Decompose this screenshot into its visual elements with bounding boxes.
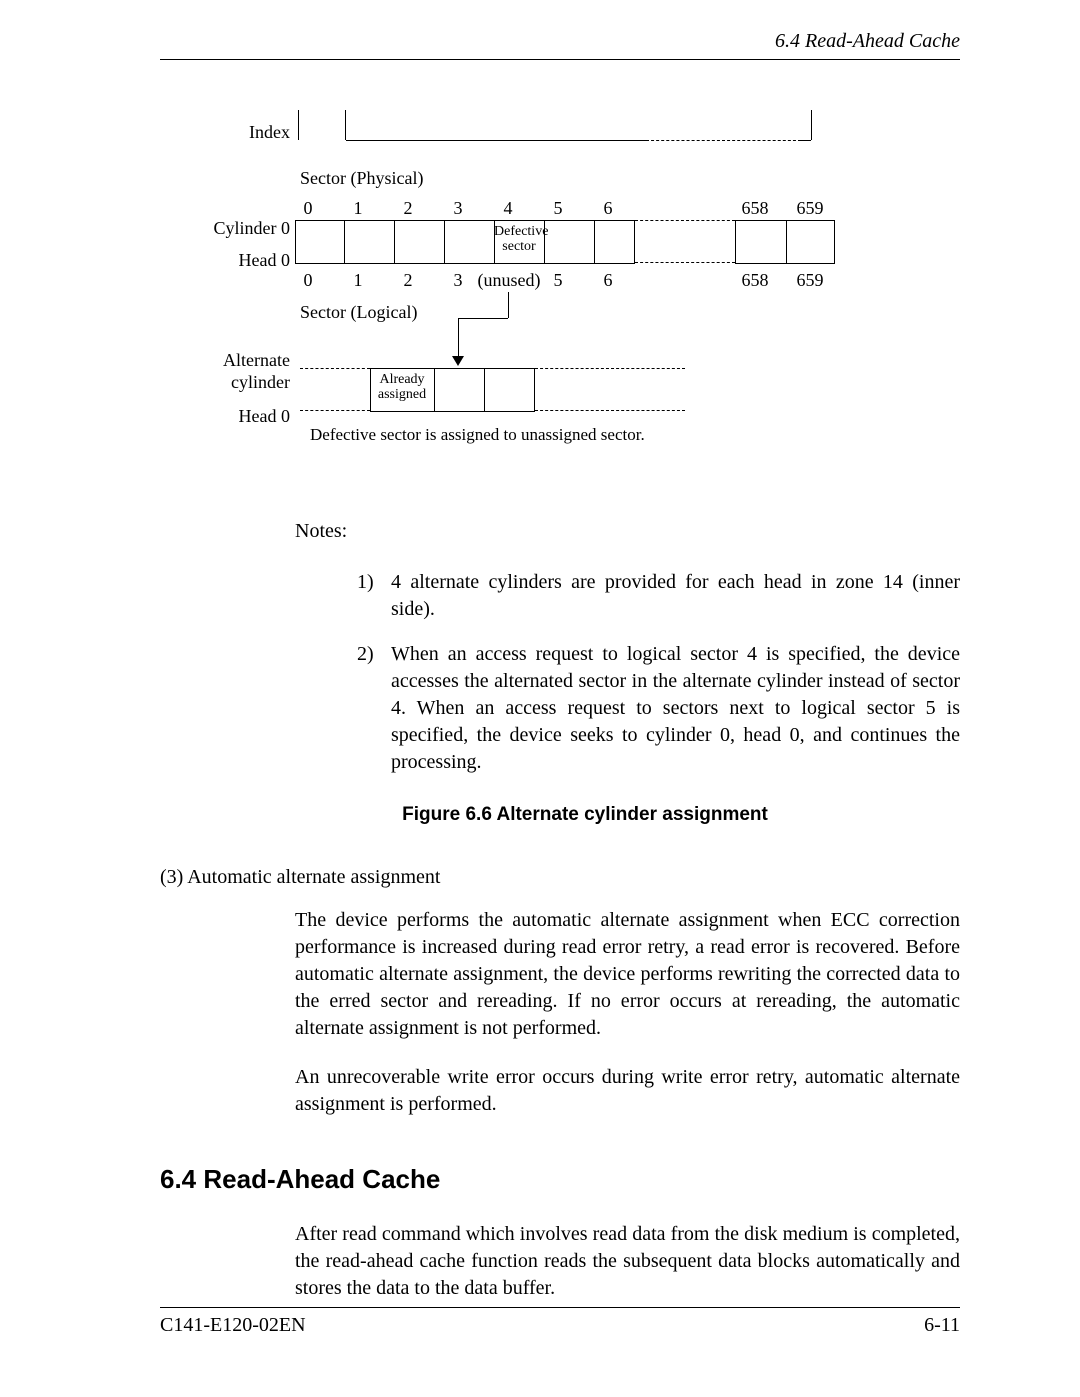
already-label: Already assigned <box>372 372 432 403</box>
label-sector-logical: Sector (Logical) <box>300 302 417 323</box>
notes-heading: Notes: <box>295 520 960 543</box>
label-head0: Head 0 <box>180 250 290 271</box>
running-header: 6.4 Read-Ahead Cache <box>160 30 960 60</box>
footer-right: 6-11 <box>924 1314 960 1337</box>
sector-row <box>295 220 635 264</box>
diagram-footnote: Defective sector is assigned to unassign… <box>310 425 645 445</box>
label-sector-physical: Sector (Physical) <box>300 168 423 189</box>
num: 658 <box>735 198 775 219</box>
num: 3 <box>438 270 478 291</box>
num: 5 <box>538 198 578 219</box>
paragraph: An unrecoverable write error occurs duri… <box>295 1064 960 1118</box>
label-alt-cyl: Alternate cylinder <box>180 350 290 393</box>
label-cyl0: Cylinder 0 <box>180 218 290 239</box>
num: 658 <box>735 270 775 291</box>
note-text: 4 alternate cylinders are provided for e… <box>391 569 960 623</box>
note-item: 2) When an access request to logical sec… <box>357 641 960 776</box>
num: 5 <box>538 270 578 291</box>
num: 4 <box>488 198 528 219</box>
num: 1 <box>338 198 378 219</box>
note-number: 1) <box>357 569 391 623</box>
defective-label: Defective sector <box>494 224 544 255</box>
label-head0-b: Head 0 <box>180 406 290 427</box>
unused-label: (unused) <box>474 270 544 291</box>
num: 2 <box>388 198 428 219</box>
figure-caption: Figure 6.6 Alternate cylinder assignment <box>210 804 960 826</box>
num: 659 <box>790 270 830 291</box>
note-text: When an access request to logical sector… <box>391 641 960 776</box>
footer-left: C141-E120-02EN <box>160 1314 306 1337</box>
diagram: Index Sector (Physical) 0 1 2 3 4 5 6 65… <box>160 110 960 480</box>
note-item: 1) 4 alternate cylinders are provided fo… <box>357 569 960 623</box>
num: 0 <box>288 198 328 219</box>
num: 0 <box>288 270 328 291</box>
paragraph: The device performs the automatic altern… <box>295 907 960 1042</box>
num: 1 <box>338 270 378 291</box>
label-index: Index <box>230 122 290 143</box>
num: 3 <box>438 198 478 219</box>
num: 6 <box>588 198 628 219</box>
section-heading: 6.4 Read-Ahead Cache <box>160 1164 960 1195</box>
num: 6 <box>588 270 628 291</box>
subsection-3: (3) Automatic alternate assignment <box>160 866 960 889</box>
num: 2 <box>388 270 428 291</box>
paragraph: After read command which involves read d… <box>295 1221 960 1302</box>
note-number: 2) <box>357 641 391 776</box>
num: 659 <box>790 198 830 219</box>
sector-row-right <box>735 220 835 264</box>
